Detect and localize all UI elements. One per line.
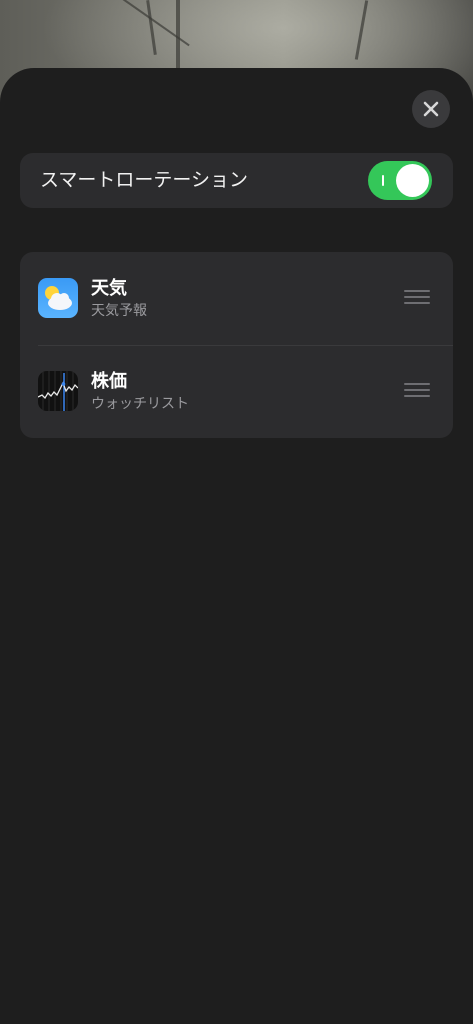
reorder-handle-icon[interactable] [404, 290, 430, 306]
widget-row-stocks[interactable]: 株価 ウォッチリスト [20, 345, 453, 438]
widget-subtitle: ウォッチリスト [91, 396, 189, 412]
weather-app-icon [38, 278, 78, 318]
widget-subtitle: 天気予報 [91, 303, 147, 319]
smart-rotation-label: スマートローテーション [40, 169, 249, 191]
widget-stack-sheet: スマートローテーション 天気 天気予報 株価 ウォッチリスト [0, 68, 473, 1024]
smart-rotation-setting: スマートローテーション [20, 153, 453, 208]
close-button[interactable] [412, 90, 450, 128]
widget-row-weather[interactable]: 天気 天気予報 [20, 252, 453, 345]
toggle-knob [396, 164, 429, 197]
close-icon [423, 101, 439, 117]
toggle-on-indicator [382, 175, 384, 186]
smart-rotation-toggle[interactable] [368, 161, 432, 200]
widget-list: 天気 天気予報 株価 ウォッチリスト [20, 252, 453, 438]
widget-title: 天気 [91, 278, 127, 299]
reorder-handle-icon[interactable] [404, 383, 430, 399]
widget-title: 株価 [91, 371, 127, 392]
stocks-app-icon [38, 371, 78, 411]
